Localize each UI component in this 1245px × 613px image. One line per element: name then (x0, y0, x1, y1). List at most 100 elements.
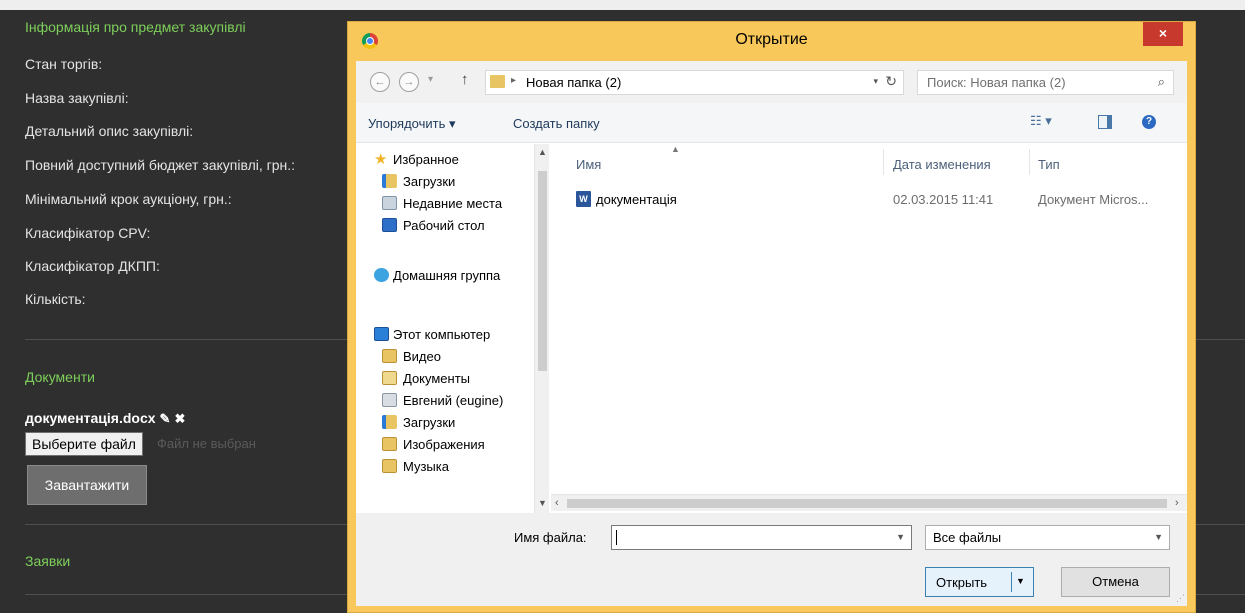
chevron-down-icon[interactable]: ▼ (1154, 532, 1163, 542)
chevron-down-icon[interactable]: ▼ (1016, 576, 1025, 586)
section-title-info: Інформація про предмет закупівлі (25, 19, 246, 35)
recent-locations-dropdown[interactable]: ▾ (428, 74, 433, 85)
column-divider[interactable] (1029, 149, 1030, 175)
breadcrumb-separator-icon: ▸ (511, 75, 517, 86)
recent-places-icon (382, 196, 397, 210)
file-type-filter[interactable]: Все файлы ▼ (925, 525, 1170, 550)
dialog-toolbar: Упорядочить ▾ Создать папку ☷ ▾ ? (356, 103, 1187, 143)
nav-item-label: Недавние места (403, 196, 503, 211)
field-label-budget: Повний доступний бюджет закупівлі, грн.: (25, 157, 296, 173)
chevron-down-icon[interactable]: ▼ (896, 532, 905, 542)
file-name: документація (596, 192, 677, 207)
field-label-min-step: Мінімальний крок аукціону, грн.: (25, 191, 232, 207)
resize-grip-icon[interactable]: ⋰ (1176, 593, 1185, 604)
field-label-dkpp: Класифікатор ДКПП: (25, 258, 160, 274)
word-document-icon: W (576, 191, 591, 207)
search-icon[interactable]: ⌕ (1158, 74, 1165, 90)
preview-pane-icon[interactable] (1098, 115, 1112, 129)
dialog-body: ← → ▾ ↑ ▸ Новая папка (2) ▾ ↻ Поиск: Нов… (356, 61, 1187, 606)
dialog-title: Открытие (735, 31, 808, 48)
help-icon[interactable]: ? (1142, 115, 1156, 129)
folder-icon (490, 75, 505, 88)
field-label-status: Стан торгів: (25, 56, 103, 72)
back-button[interactable]: ← (370, 72, 390, 92)
scroll-down-arrow-icon[interactable]: ▼ (538, 498, 547, 508)
navigation-pane: ★ Избранное Загрузки Недавние места Рабо… (356, 144, 549, 513)
pictures-folder-icon (382, 437, 397, 451)
dialog-titlebar[interactable]: Открытие × (348, 22, 1195, 60)
cancel-button[interactable]: Отмена (1061, 567, 1170, 597)
field-label-quantity: Кількість: (25, 291, 86, 307)
nav-item-label: Этот компьютер (393, 327, 491, 342)
desktop-icon (382, 218, 397, 232)
choose-file-button[interactable]: Выберите файл (25, 432, 143, 456)
file-date: 02.03.2015 11:41 (893, 192, 994, 207)
downloads-folder-icon (382, 174, 397, 188)
field-label-description: Детальний опис закупівлі: (25, 123, 194, 139)
user-folder-icon (382, 393, 397, 407)
nav-item-label: Рабочий стол (403, 218, 485, 233)
video-folder-icon (382, 349, 397, 363)
file-list-pane: ▲ Имя Дата изменения Тип W документація … (551, 144, 1187, 513)
column-header-date[interactable]: Дата изменения (893, 157, 991, 172)
field-label-cpv: Класифікатор CPV: (25, 225, 151, 241)
address-bar-row: ← → ▾ ↑ ▸ Новая папка (2) ▾ ↻ Поиск: Нов… (356, 61, 1187, 103)
nav-item-label: Изображения (403, 437, 485, 452)
documents-folder-icon (382, 371, 397, 385)
search-input[interactable]: Поиск: Новая папка (2) ⌕ (917, 70, 1174, 95)
scrollbar-thumb[interactable] (567, 499, 1167, 508)
field-label-name: Назва закупівлі: (25, 90, 129, 106)
scroll-right-arrow-icon[interactable]: › (1175, 497, 1179, 509)
star-icon: ★ (374, 151, 388, 168)
search-placeholder: Поиск: Новая папка (2) (927, 75, 1066, 90)
new-folder-button[interactable]: Создать папку (513, 116, 600, 131)
address-bar[interactable]: ▸ Новая папка (2) ▾ ↻ (485, 70, 904, 95)
sort-ascending-icon: ▲ (671, 144, 680, 154)
dialog-footer: Имя файла: ▼ Все файлы ▼ Открыть ▼ Отмен… (356, 513, 1187, 606)
scroll-left-arrow-icon[interactable]: ‹ (555, 497, 559, 509)
upload-button[interactable]: Завантажити (27, 465, 147, 505)
open-button-label: Открыть (936, 575, 988, 590)
scrollbar-thumb[interactable] (538, 171, 547, 371)
file-type-filter-value: Все файлы (933, 530, 1002, 545)
text-caret (616, 530, 617, 545)
nav-item-label: Загрузки (403, 415, 456, 430)
homegroup-icon (374, 268, 389, 282)
pencil-icon[interactable]: ✎ (160, 411, 171, 427)
close-button[interactable]: × (1143, 22, 1183, 46)
nav-item-label: Загрузки (403, 174, 456, 189)
chevron-down-icon[interactable]: ▾ (873, 76, 878, 87)
file-row[interactable]: W документація 02.03.2015 11:41 Документ… (551, 189, 1187, 211)
nav-item-label: Избранное (393, 152, 459, 167)
nav-pane-scrollbar[interactable]: ▲ ▼ (534, 144, 549, 513)
section-title-documents: Документи (25, 369, 95, 385)
document-item: документація.docx ✎ ✖ (25, 410, 185, 427)
nav-item-label: Евгений (eugine) (403, 393, 504, 408)
section-title-bids: Заявки (25, 553, 71, 569)
breadcrumb-path[interactable]: Новая папка (2) (526, 75, 621, 90)
nav-item-label: Документы (403, 371, 471, 386)
column-header-name[interactable]: Имя (576, 157, 601, 172)
column-divider[interactable] (883, 149, 884, 175)
open-button[interactable]: Открыть ▼ (925, 567, 1034, 597)
open-file-dialog: Открытие × ← → ▾ ↑ ▸ Новая папка (2) ▾ ↻… (347, 21, 1196, 613)
view-options-icon[interactable]: ☷ ▾ (1030, 113, 1052, 129)
organize-button[interactable]: Упорядочить ▾ (368, 116, 456, 132)
nav-item-label: Домашняя группа (393, 268, 501, 283)
forward-button[interactable]: → (399, 72, 419, 92)
document-name[interactable]: документація.docx (25, 410, 156, 426)
refresh-button[interactable]: ↻ (885, 73, 897, 90)
filename-input[interactable]: ▼ (611, 525, 912, 550)
up-button[interactable]: ↑ (461, 71, 469, 88)
downloads-folder-icon (382, 415, 397, 429)
column-header-type[interactable]: Тип (1038, 157, 1060, 172)
nav-item-label: Музыка (403, 459, 449, 474)
nav-item-label: Видео (403, 349, 441, 364)
computer-icon (374, 327, 389, 341)
music-folder-icon (382, 459, 397, 473)
scroll-up-arrow-icon[interactable]: ▲ (538, 147, 547, 157)
split-divider (1011, 572, 1012, 592)
delete-icon[interactable]: ✖ (174, 411, 185, 427)
file-list-scrollbar[interactable]: ‹ › (551, 494, 1187, 511)
filename-label: Имя файла: (514, 530, 587, 545)
